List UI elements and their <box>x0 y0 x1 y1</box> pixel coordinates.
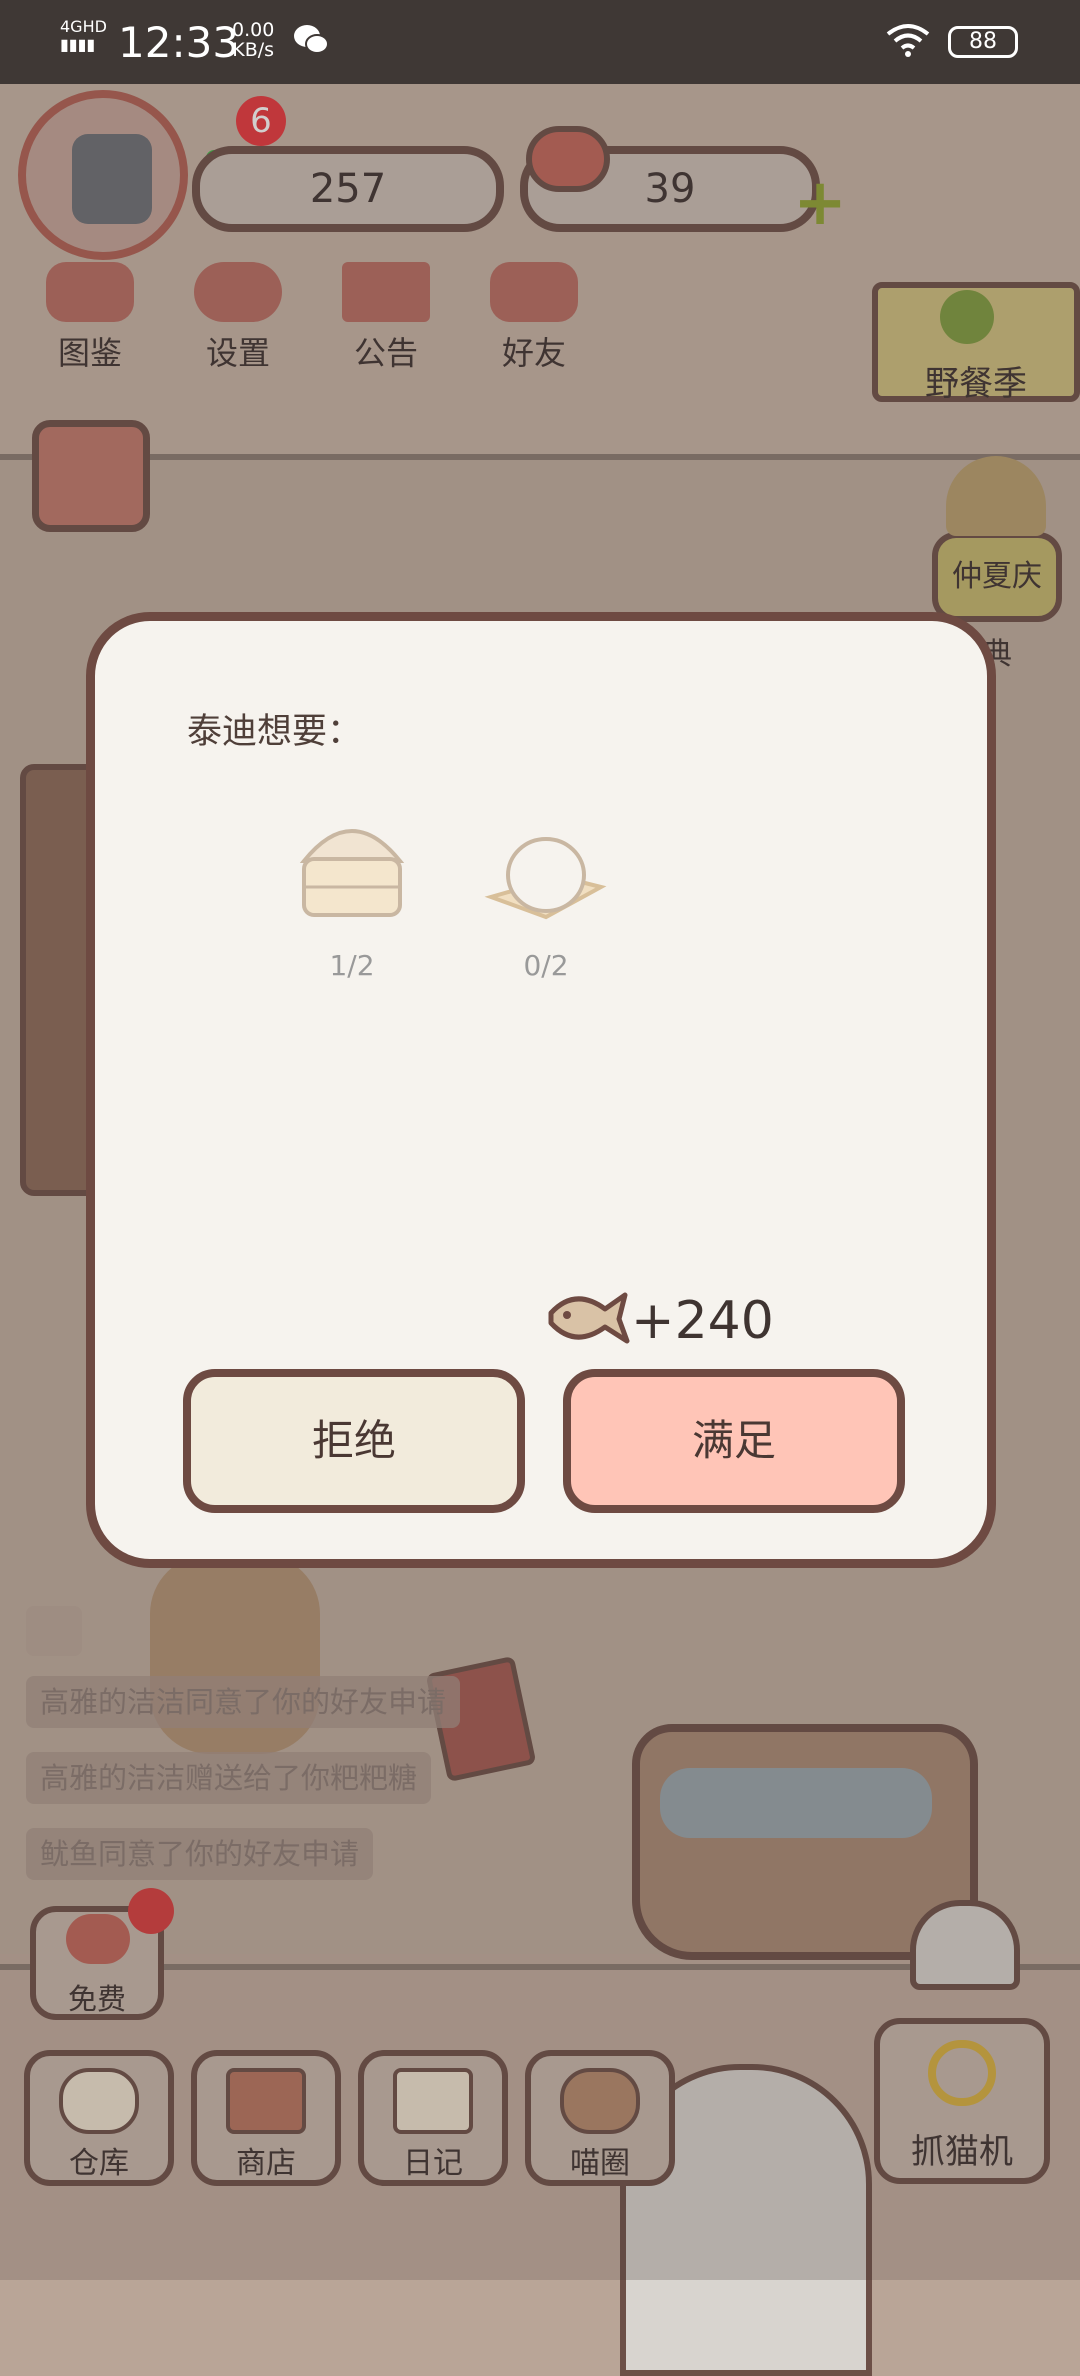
battery-indicator: 88 <box>948 26 1018 58</box>
reject-label: 拒绝 <box>311 1416 396 1465</box>
request-item: 1/2 <box>267 811 437 1011</box>
wechat-icon <box>294 25 329 54</box>
item-count: 0/2 <box>523 949 569 982</box>
item-count: 1/2 <box>329 949 375 982</box>
net-speed: 0.00 KB/s <box>232 20 274 60</box>
accept-button[interactable]: 满足 <box>563 1369 905 1513</box>
reward-amount: +240 <box>631 1291 774 1351</box>
net-speed-value: 0.00 <box>232 19 275 41</box>
signal-icon: ▮▮▮▮ <box>60 35 96 54</box>
wifi-icon <box>886 24 930 57</box>
net-speed-unit: KB/s <box>232 39 275 61</box>
request-dialog: 泰迪想要： 1/2 0/2 +240 拒绝 满足 <box>86 612 996 1568</box>
request-item: 0/2 <box>461 811 631 1011</box>
dialog-title: 泰迪想要： <box>187 712 363 752</box>
steamer-icon <box>299 829 405 917</box>
status-bar: 4GHD ▮▮▮▮ 12:33 0.00 KB/s 88 <box>0 0 1080 84</box>
fish-icon <box>548 1292 630 1344</box>
network-type: 4GHD <box>60 17 107 36</box>
clock: 12:33 <box>118 18 240 67</box>
reject-button[interactable]: 拒绝 <box>183 1369 525 1513</box>
rice-ball-icon <box>484 837 607 920</box>
accept-label: 满足 <box>691 1416 776 1465</box>
network-indicator: 4GHD ▮▮▮▮ <box>60 18 107 54</box>
